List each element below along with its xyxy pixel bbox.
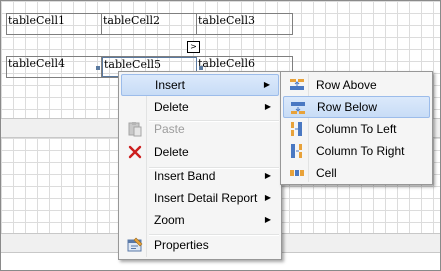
submenu-arrow-icon: ▶ [264, 193, 271, 202]
table-cell[interactable]: tableCell1 [7, 14, 102, 34]
column-left-icon [289, 121, 305, 137]
delete-x-icon [127, 144, 143, 160]
xr-table-1[interactable]: tableCell1 tableCell2 tableCell3 [6, 13, 293, 35]
submenu-item-column-to-left[interactable]: Column To Left [283, 118, 430, 140]
menu-item-insert-detail-report[interactable]: Insert Detail Report ▶ [121, 187, 279, 209]
context-menu: Insert ▶ Delete ▶ Paste Delete Insert Ba… [118, 71, 282, 260]
column-right-icon [289, 143, 305, 159]
submenu-item-label: Column To Left [316, 122, 397, 136]
submenu-arrow-icon: ▶ [264, 102, 271, 111]
menu-item-label: Properties [154, 238, 209, 252]
submenu-item-cell[interactable]: Cell [283, 162, 430, 184]
menu-item-delete-submenu[interactable]: Delete ▶ [121, 96, 279, 118]
submenu-item-row-below[interactable]: Row Below [283, 96, 430, 118]
submenu-arrow-icon: ▶ [264, 215, 271, 224]
selection-handle[interactable] [96, 66, 100, 70]
menu-item-label: Insert [155, 78, 186, 92]
submenu-arrow-icon: ▶ [263, 80, 270, 89]
selection-handle[interactable] [199, 66, 203, 70]
menu-item-label: Insert Band [154, 169, 216, 183]
insert-submenu: Row Above Row Below Column To Left Colum… [280, 71, 433, 185]
submenu-item-column-to-right[interactable]: Column To Right [283, 140, 430, 162]
menu-item-zoom[interactable]: Zoom ▶ [121, 209, 279, 231]
menu-item-label: Insert Detail Report [154, 191, 258, 205]
table-cell[interactable]: tableCell2 [102, 14, 197, 34]
submenu-item-label: Column To Right [316, 144, 405, 158]
menu-item-label: Delete [154, 100, 189, 114]
table-cell[interactable]: tableCell4 [7, 57, 102, 77]
row-above-icon [289, 77, 305, 93]
submenu-arrow-icon: ▶ [264, 171, 271, 180]
menu-item-paste[interactable]: Paste [121, 118, 279, 140]
menu-item-label: Zoom [154, 213, 185, 227]
menu-item-insert[interactable]: Insert ▶ [121, 74, 279, 96]
submenu-item-label: Row Below [317, 100, 378, 114]
menu-item-properties[interactable]: Properties [121, 234, 279, 256]
menu-item-label: Delete [154, 145, 189, 159]
menu-item-delete[interactable]: Delete [121, 141, 279, 163]
smart-tag-button[interactable]: > [187, 41, 200, 53]
submenu-item-label: Row Above [316, 78, 377, 92]
paste-icon [127, 121, 143, 137]
menu-item-insert-band[interactable]: Insert Band ▶ [121, 165, 279, 187]
properties-icon [127, 237, 143, 253]
menu-item-label: Paste [154, 122, 185, 136]
row-below-icon [290, 100, 306, 116]
cell-icon [289, 165, 305, 181]
submenu-item-label: Cell [316, 166, 337, 180]
submenu-item-row-above[interactable]: Row Above [283, 74, 430, 96]
table-cell[interactable]: tableCell3 [197, 14, 292, 34]
